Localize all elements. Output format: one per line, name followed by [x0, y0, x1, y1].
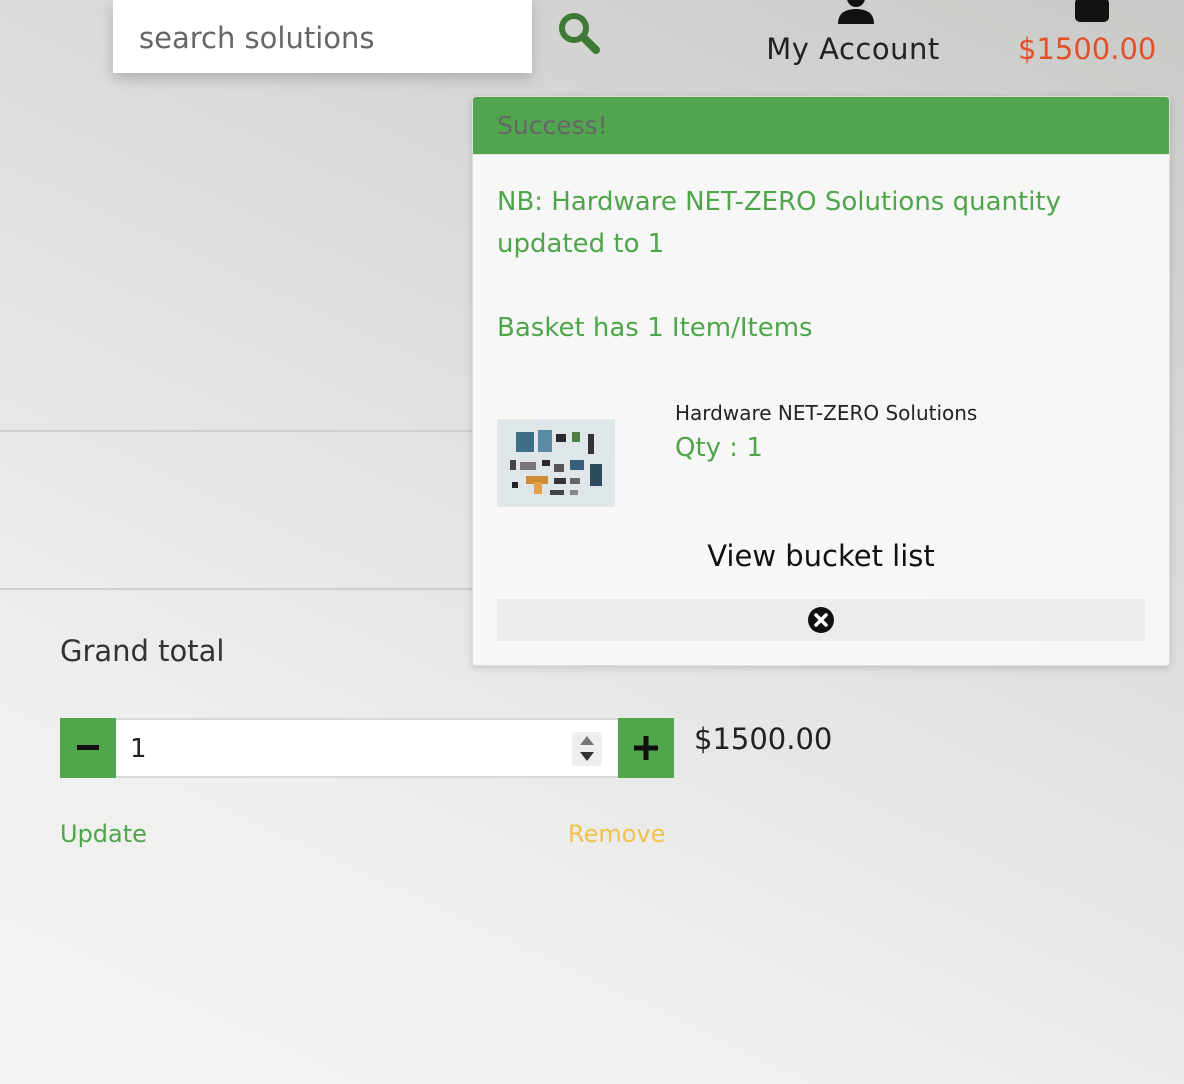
update-link[interactable]: Update: [60, 820, 147, 848]
search-box: [113, 0, 532, 75]
toast-close-button[interactable]: [497, 599, 1145, 641]
increment-button[interactable]: [618, 718, 674, 778]
quantity-field: [116, 718, 618, 778]
toast-item-qty: Qty : 1: [675, 433, 763, 463]
divider: [0, 430, 480, 432]
remove-link[interactable]: Remove: [568, 820, 665, 848]
search-input[interactable]: [137, 0, 521, 75]
grand-total-label: Grand total: [60, 634, 225, 668]
my-account-link[interactable]: My Account: [752, 0, 954, 80]
search-button[interactable]: [556, 10, 602, 56]
basket-total: $1500.00: [1018, 32, 1157, 66]
toast-message: NB: Hardware NET-ZERO Solutions quantity…: [497, 187, 1062, 259]
chevron-up-icon: [580, 736, 594, 745]
basket-link[interactable]: $1500.00: [1010, 0, 1176, 80]
chevron-down-icon: [580, 752, 594, 761]
decrement-button[interactable]: [60, 718, 116, 778]
quantity-spinner[interactable]: [572, 732, 602, 766]
shopping-bag-icon: [1075, 0, 1109, 22]
minus-icon: [77, 745, 99, 750]
success-toast: Success! NB: Hardware NET-ZERO Solutions…: [472, 96, 1170, 666]
line-price: $1500.00: [694, 722, 833, 756]
toast-item-name: Hardware NET-ZERO Solutions: [675, 401, 978, 425]
view-bucket-list-link[interactable]: View bucket list: [473, 539, 1169, 573]
search-icon: [559, 13, 600, 54]
plus-icon: [634, 736, 658, 760]
close-circle-icon: [808, 607, 834, 633]
toast-title: Success!: [473, 97, 1169, 155]
user-icon: [838, 0, 874, 24]
quantity-input[interactable]: [116, 720, 552, 778]
divider: [0, 588, 480, 590]
account-label: My Account: [766, 32, 940, 66]
basket-count-text: Basket has 1 Item/Items: [497, 313, 813, 343]
product-thumbnail: [497, 419, 615, 507]
quantity-stepper: [60, 718, 674, 778]
